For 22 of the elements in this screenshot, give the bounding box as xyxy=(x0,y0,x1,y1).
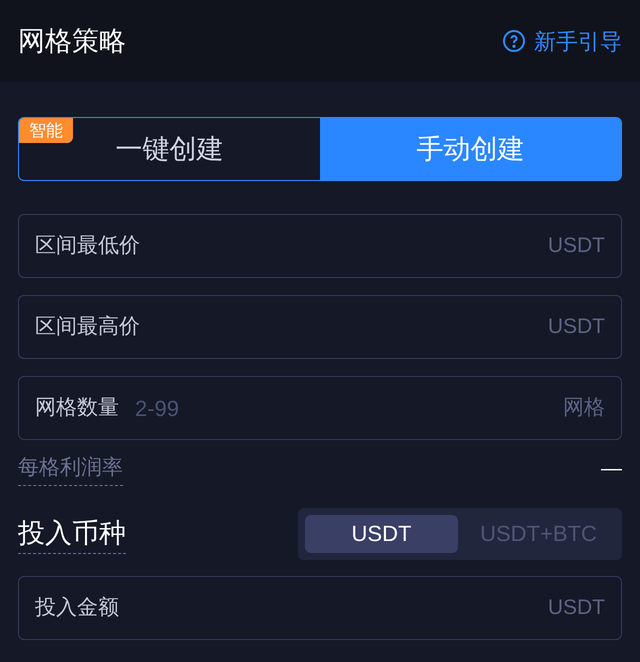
field-label: 区间最高价 xyxy=(35,314,140,340)
field-label: 区间最低价 xyxy=(35,233,140,260)
profit-rate-value: — xyxy=(601,456,622,482)
unit-label: 网格 xyxy=(563,395,605,422)
input-field[interactable]: 区间最低价 USDT xyxy=(18,214,622,278)
unit-label: USDT xyxy=(548,314,605,340)
smart-badge: 智能 xyxy=(19,118,73,143)
input-field[interactable]: 投入金额 USDT xyxy=(18,576,622,640)
mode-tab[interactable]: 手动创建 xyxy=(320,118,621,180)
field-label: 网格数量 xyxy=(35,395,119,422)
placeholder-text: 2-99 xyxy=(135,394,180,422)
currency-option[interactable]: USDT xyxy=(305,514,458,552)
guide-link[interactable]: 新手引导 xyxy=(502,24,622,58)
input-field[interactable]: 区间最高价 USDT xyxy=(18,295,622,359)
currency-label: 投入币种 xyxy=(18,512,126,554)
profit-rate-label: 每格利润率 xyxy=(18,452,123,486)
page-title: 网格策略 xyxy=(18,24,126,58)
help-icon xyxy=(502,29,526,53)
input-field[interactable]: 网格数量 2-99 网格 xyxy=(18,376,622,440)
unit-label: USDT xyxy=(548,594,605,621)
unit-label: USDT xyxy=(548,233,605,260)
field-label: 投入金额 xyxy=(35,594,119,621)
